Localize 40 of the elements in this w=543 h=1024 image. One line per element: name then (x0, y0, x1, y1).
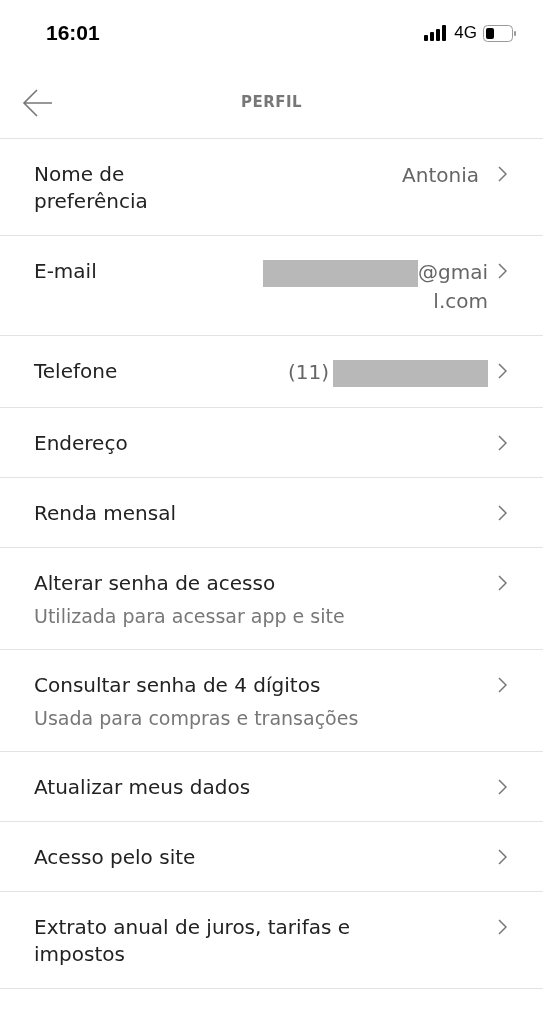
profile-row[interactable]: Atualizar meus dados (0, 752, 543, 822)
chevron-icon (498, 677, 507, 693)
chevron-icon (498, 849, 507, 865)
profile-row[interactable]: Renda mensal (0, 478, 543, 548)
profile-row[interactable]: Consultar senha de 4 dígitos Usada para compras e transações (0, 650, 543, 752)
profile-row[interactable]: Acesso pelo site (0, 822, 543, 892)
profile-row[interactable]: E-mail @gmail.com (0, 236, 543, 336)
chevron-icon (498, 435, 507, 451)
row-label: Consultar senha de 4 dígitos (34, 672, 322, 699)
profile-row[interactable]: Endereço (0, 408, 543, 478)
chevron-icon (498, 263, 507, 279)
row-label: Acesso pelo site (34, 844, 197, 871)
row-value: Antonia (402, 163, 479, 187)
row-label: E-mail (34, 258, 98, 285)
chevron-icon (498, 919, 507, 935)
row-subtitle: Utilizada para acessar app e site (34, 604, 346, 629)
signal-icon (424, 25, 449, 41)
row-label: Atualizar meus dados (34, 774, 252, 801)
profile-row[interactable]: Extrato anual de juros, tarifas e impostos (0, 892, 543, 989)
row-label: Extrato anual de juros, tarifas e impostos (34, 914, 351, 968)
profile-row[interactable]: Telefone (11) (0, 336, 543, 408)
network-type: 4G (454, 23, 477, 43)
chevron-icon (498, 363, 507, 379)
row-label: Renda mensal (34, 500, 177, 527)
row-label: Alterar senha de acesso (34, 570, 277, 597)
profile-row[interactable]: Nome de preferência Antonia (0, 139, 543, 236)
chevron-icon (498, 779, 507, 795)
profile-row[interactable]: Alterar senha de acesso Utilizada para acessar app e site (0, 548, 543, 650)
status-time: 16:01 (46, 21, 100, 45)
row-label: Nome de preferência (34, 161, 149, 215)
chevron-icon (498, 575, 507, 591)
battery-icon (483, 24, 517, 42)
row-label: Telefone (34, 358, 119, 385)
chevron-icon (498, 166, 507, 182)
row-label: Endereço (34, 430, 129, 457)
row-value: @gmail.com (418, 260, 488, 313)
row-value: (11) (287, 360, 329, 384)
page-title: PERFIL (240, 93, 303, 111)
chevron-icon (498, 505, 507, 521)
row-subtitle: Usada para compras e transações (34, 706, 360, 731)
